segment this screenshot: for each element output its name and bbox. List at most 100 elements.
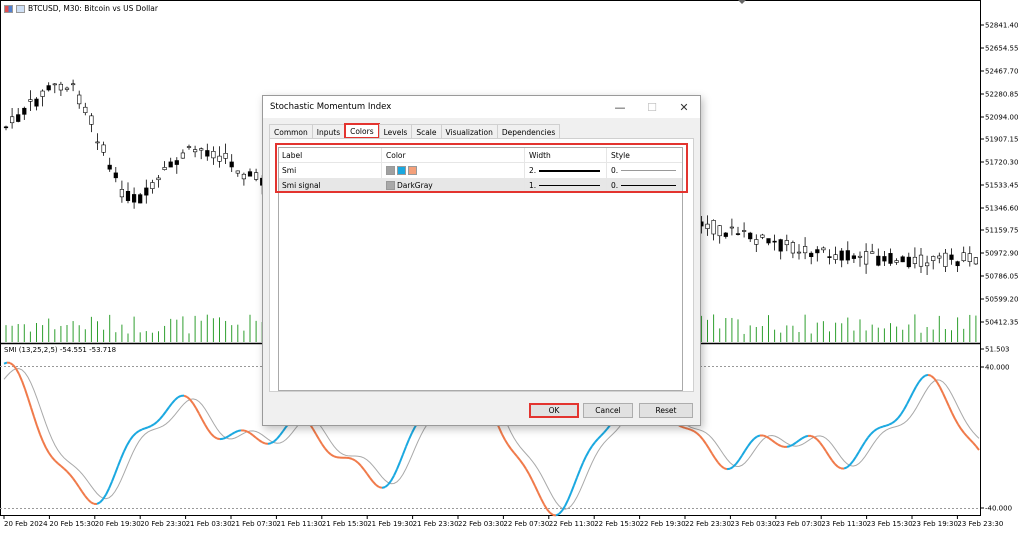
- colors-panel: Label Color Width Style Smi 2. 0. Smi si…: [269, 138, 694, 392]
- smi-line-segment: [153, 421, 158, 426]
- tab-scale[interactable]: Scale: [411, 124, 442, 139]
- width-line-preview: [539, 185, 600, 186]
- tab-visualization[interactable]: Visualization: [440, 124, 498, 139]
- smi-line-segment: [870, 430, 875, 435]
- tab-common[interactable]: Common: [269, 124, 313, 139]
- smi-line-segment: [909, 391, 914, 399]
- smi-line-segment: [369, 477, 374, 483]
- smi-line-segment: [954, 418, 959, 425]
- width-cell[interactable]: 1.: [525, 178, 607, 193]
- smi-line-segment: [825, 450, 830, 457]
- width-cell[interactable]: 2.: [525, 163, 607, 178]
- smi-line-segment: [21, 380, 26, 390]
- time-tick-label: 23 Feb 11:30: [821, 520, 867, 528]
- smi-line-segment: [69, 474, 74, 479]
- dropdown-arrow-icon[interactable]: [738, 0, 746, 4]
- candle-body: [132, 194, 137, 203]
- smi-line-segment: [144, 426, 149, 430]
- tab-levels[interactable]: Levels: [378, 124, 413, 139]
- candle-body: [156, 177, 161, 181]
- smi-line-segment: [237, 429, 242, 432]
- smi-line-segment: [705, 443, 710, 450]
- smi-line-segment: [882, 424, 887, 428]
- plot-style-list[interactable]: Label Color Width Style Smi 2. 0. Smi si…: [278, 147, 683, 391]
- smi-line-segment: [159, 414, 164, 420]
- color-swatch-down[interactable]: [408, 166, 417, 175]
- time-tick-label: 22 Feb 23:30: [685, 520, 731, 528]
- candle-body: [723, 232, 728, 237]
- style-cell[interactable]: 0.: [607, 178, 682, 193]
- candle-body: [729, 226, 734, 229]
- col-label-header[interactable]: Label: [279, 148, 382, 162]
- smi-line-segment: [189, 398, 194, 404]
- smi-line-segment: [105, 488, 110, 495]
- tab-inputs[interactable]: Inputs: [311, 124, 346, 139]
- smi-line-segment: [99, 498, 104, 504]
- smi-line-segment: [891, 420, 896, 425]
- tab-colors[interactable]: Colors: [344, 123, 380, 139]
- color-swatch[interactable]: [386, 181, 395, 190]
- smi-line-segment: [822, 446, 827, 452]
- smi-line-segment: [531, 479, 536, 487]
- tab-dependencies[interactable]: Dependencies: [496, 124, 561, 139]
- ok-button[interactable]: OK: [529, 403, 579, 418]
- time-tick-label: 23 Feb 19:30: [912, 520, 958, 528]
- smi-line-segment: [24, 388, 29, 399]
- color-swatch[interactable]: [386, 166, 395, 175]
- smi-line-segment: [504, 439, 509, 446]
- candle-body: [931, 256, 936, 261]
- smi-line-segment: [921, 374, 926, 379]
- time-tick-label: 21 Feb 03:30: [186, 520, 232, 528]
- color-cell[interactable]: DarkGray: [382, 178, 525, 193]
- candle-body: [58, 83, 63, 91]
- smi-line-segment: [942, 392, 947, 401]
- candle-body: [754, 239, 759, 245]
- minimize-button[interactable]: —: [604, 96, 636, 118]
- color-cell[interactable]: [382, 163, 525, 178]
- smi-line-segment: [204, 424, 209, 431]
- candle-body: [857, 255, 863, 258]
- smi-line-segment: [129, 435, 134, 441]
- candle-body: [89, 115, 94, 125]
- style-line-preview: [621, 185, 676, 186]
- price-tick-label: 50972.90: [985, 250, 1018, 258]
- smi-line-segment: [3, 361, 8, 365]
- candle-body: [796, 251, 802, 254]
- smi-line-segment: [54, 459, 59, 465]
- candle-body: [71, 83, 76, 86]
- smi-line-segment: [714, 457, 719, 464]
- smi-line-segment: [747, 441, 752, 447]
- col-width-header[interactable]: Width: [525, 148, 607, 162]
- smi-line-segment: [696, 432, 701, 437]
- candle-body: [83, 106, 88, 113]
- reset-button[interactable]: Reset: [639, 403, 693, 418]
- col-color-header[interactable]: Color: [382, 148, 525, 162]
- candle-body: [809, 252, 814, 257]
- candle-body: [882, 256, 887, 262]
- smi-line-segment: [324, 447, 329, 453]
- list-row-smi[interactable]: Smi 2. 0.: [279, 163, 682, 178]
- price-tick-label: 51720.30: [985, 159, 1018, 167]
- candle-body: [815, 249, 820, 254]
- smi-line-segment: [762, 434, 767, 438]
- style-cell[interactable]: 0.: [607, 163, 682, 178]
- candle-body: [955, 261, 960, 267]
- list-row-smi-signal[interactable]: Smi signal DarkGray 1. 0.: [279, 178, 682, 193]
- smi-line-segment: [690, 428, 695, 433]
- candle-body: [943, 252, 948, 267]
- col-style-header[interactable]: Style: [607, 148, 682, 162]
- smi-line-segment: [948, 406, 953, 414]
- price-tick-label: 51533.45: [985, 182, 1018, 190]
- smi-line-segment: [513, 452, 518, 458]
- candle-body: [851, 255, 856, 259]
- time-tick-label: 23 Feb 07:30: [776, 520, 822, 528]
- cancel-button[interactable]: Cancel: [583, 403, 633, 418]
- smi-line-segment: [771, 439, 776, 444]
- price-tick-label: 52654.55: [985, 45, 1018, 53]
- candle-body: [199, 148, 204, 151]
- color-swatch-up[interactable]: [397, 166, 406, 175]
- smi-line-segment: [834, 463, 839, 468]
- close-button[interactable]: ✕: [668, 96, 700, 118]
- smi-line-segment: [702, 439, 707, 445]
- smi-line-segment: [879, 425, 884, 429]
